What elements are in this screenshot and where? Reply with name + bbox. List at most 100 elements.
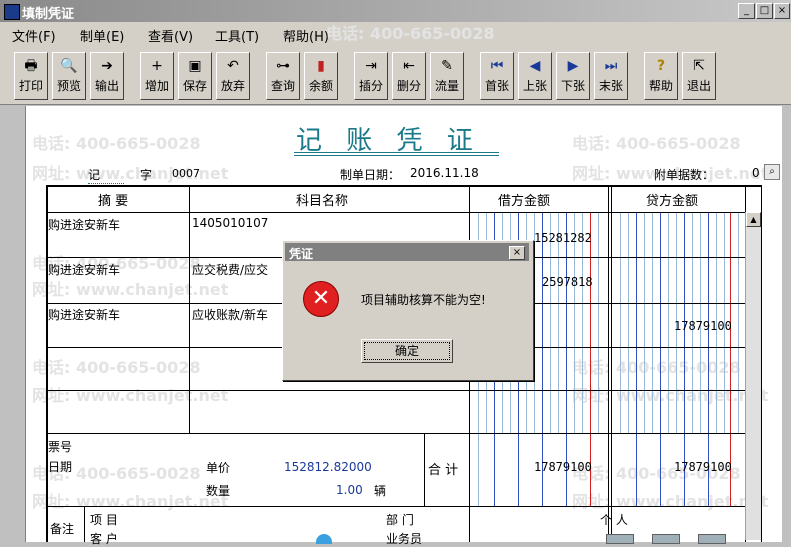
dialog-close-button[interactable]: × xyxy=(509,246,525,260)
first-voucher-button[interactable]: ⏮ 首张 xyxy=(480,52,514,100)
dialog-title: 凭证 xyxy=(289,247,314,261)
vertical-scrollbar[interactable]: ▲ xyxy=(745,212,761,540)
last-icon: ⏭ xyxy=(604,58,618,74)
voucher-date[interactable]: 2016.11.18 xyxy=(410,166,479,180)
watermark-phone: 电话: 400-665-0028 xyxy=(32,358,201,377)
department-label: 部 门 xyxy=(386,513,414,527)
dialog-titlebar: 凭证 × xyxy=(285,243,529,261)
export-button[interactable]: ➔ 输出 xyxy=(90,52,124,100)
row-1-account[interactable]: 1405010107 xyxy=(192,216,268,230)
date-label: 制单日期： xyxy=(340,168,401,182)
balance-button[interactable]: ▮ 余额 xyxy=(304,52,338,100)
salesperson-label: 业务员 xyxy=(386,532,423,546)
remarks-label: 备注 xyxy=(50,522,75,536)
help-icon: ? xyxy=(656,58,666,74)
next-voucher-button[interactable]: ▶ 下张 xyxy=(556,52,590,100)
scroll-up-icon[interactable]: ▲ xyxy=(746,212,761,227)
delete-line-button[interactable]: ⇤ 删分 xyxy=(392,52,426,100)
toolbar: 🖶 打印 🔍 预览 ➔ 输出 + 增加 ▣ 保存 ↶ 放弃 ⊶ 查询 ▮ 余额 ⇥ 插分 ⇤ 删分 … xyxy=(0,44,791,105)
app-icon xyxy=(4,4,20,20)
quantity-unit: 辆 xyxy=(374,484,387,498)
row-3-account[interactable]: 应收账款/新车 xyxy=(192,306,268,323)
watermark-site: 网址: www.chanjet.net xyxy=(572,492,769,511)
exit-button[interactable]: ⇱ 退出 xyxy=(682,52,716,100)
window-title: 填制凭证 xyxy=(22,7,75,22)
toolbar-thumbnail-icon xyxy=(652,534,680,544)
watermark-phone: 电话: 400-665-0028 xyxy=(32,134,201,153)
discard-button[interactable]: ↶ 放弃 xyxy=(216,52,250,100)
minimize-button[interactable]: _ xyxy=(738,3,755,19)
insert-line-icon: ⇥ xyxy=(365,58,377,74)
watermark-site: 网址: www.chanjet.net xyxy=(32,280,229,299)
row-2-account[interactable]: 应交税费/应交 xyxy=(192,261,268,278)
info-icon xyxy=(316,534,332,544)
save-icon: ▣ xyxy=(188,58,202,74)
add-button[interactable]: + 增加 xyxy=(140,52,174,100)
first-icon: ⏮ xyxy=(490,58,504,74)
watermark-phone: 电话: 400-665-0028 xyxy=(326,24,495,43)
unit-price-value[interactable]: 152812.82000 xyxy=(284,460,372,474)
voucher-number-label: 字 xyxy=(140,168,153,182)
voucher-number[interactable]: 0007 xyxy=(172,167,200,180)
balance-chart-icon: ▮ xyxy=(317,58,325,74)
close-button[interactable]: × xyxy=(774,3,790,19)
menu-tools[interactable]: 工具(T) xyxy=(215,26,259,45)
watermark-site: 网址: www.chanjet.net xyxy=(32,492,229,511)
row-3-summary[interactable]: 购进途安新车 xyxy=(48,306,120,323)
project-label: 项 目 xyxy=(90,513,118,527)
row-3-credit[interactable]: 17879100 xyxy=(674,319,732,333)
title-underline xyxy=(294,152,499,153)
prev-icon: ◀ xyxy=(529,58,541,74)
exit-icon: ⇱ xyxy=(693,58,705,74)
row-1-debit[interactable]: 15281282 xyxy=(534,231,592,245)
prev-voucher-button[interactable]: ◀ 上张 xyxy=(518,52,552,100)
menu-view[interactable]: 查看(V) xyxy=(148,26,193,45)
col-account-header: 科目名称 xyxy=(296,194,349,209)
preview-button[interactable]: 🔍 预览 xyxy=(52,52,86,100)
binoculars-icon: ⊶ xyxy=(276,58,290,74)
unit-price-label: 单价 xyxy=(206,461,231,475)
total-debit: 17879100 xyxy=(534,460,592,474)
dialog-message: 项目辅助核算不能为空! xyxy=(361,293,486,307)
add-icon: + xyxy=(151,58,163,74)
ticket-label: 票号 xyxy=(48,440,73,454)
ok-button[interactable]: 确定 xyxy=(361,339,453,363)
error-dialog: 凭证 × ✕ 项目辅助核算不能为空! 确定 xyxy=(282,240,534,381)
attachments-count[interactable]: 0 xyxy=(752,166,760,180)
total-credit: 17879100 xyxy=(674,460,732,474)
toolbar-thumbnail-icon xyxy=(698,534,726,544)
col-debit-header: 借方金额 xyxy=(498,194,551,209)
title-underline xyxy=(294,155,499,156)
delete-line-icon: ⇤ xyxy=(403,58,415,74)
printer-icon: 🖶 xyxy=(24,58,38,74)
last-voucher-button[interactable]: ⏭ 末张 xyxy=(594,52,628,100)
error-icon: ✕ xyxy=(303,281,339,317)
menu-help[interactable]: 帮助(H) xyxy=(283,26,329,45)
quantity-value[interactable]: 1.00 xyxy=(336,483,363,497)
print-button[interactable]: 🖶 打印 xyxy=(14,52,48,100)
watermark-site: 网址: www.chanjet.net xyxy=(32,386,229,405)
menu-voucher[interactable]: 制单(E) xyxy=(80,26,124,45)
person-label: 个 人 xyxy=(600,513,628,527)
maximize-button[interactable]: □ xyxy=(756,3,773,19)
undo-icon: ↶ xyxy=(227,58,239,74)
menu-file[interactable]: 文件(F) xyxy=(12,26,56,45)
voucher-type-field[interactable]: 记 xyxy=(88,166,124,184)
search-icon[interactable]: ⌕ xyxy=(764,164,780,180)
query-button[interactable]: ⊶ 查询 xyxy=(266,52,300,100)
row-2-debit[interactable]: 2597818 xyxy=(542,275,593,289)
watermark-phone: 电话: 400-665-0028 xyxy=(572,134,741,153)
row-2-summary[interactable]: 购进途安新车 xyxy=(48,261,120,278)
quantity-label: 数量 xyxy=(206,484,231,498)
attachments-label: 附单据数： xyxy=(654,168,715,182)
insert-line-button[interactable]: ⇥ 插分 xyxy=(354,52,388,100)
toolbar-thumbnail-icon xyxy=(606,534,634,544)
row-1-summary[interactable]: 购进途安新车 xyxy=(48,216,120,233)
window-titlebar: 填制凭证 _ □ × xyxy=(0,0,791,22)
cashflow-button[interactable]: ✎ 流量 xyxy=(430,52,464,100)
cashflow-icon: ✎ xyxy=(441,58,453,74)
customer-label: 客 户 xyxy=(90,532,118,546)
help-button[interactable]: ? 帮助 xyxy=(644,52,678,100)
total-label: 合 计 xyxy=(428,463,459,478)
save-button[interactable]: ▣ 保存 xyxy=(178,52,212,100)
